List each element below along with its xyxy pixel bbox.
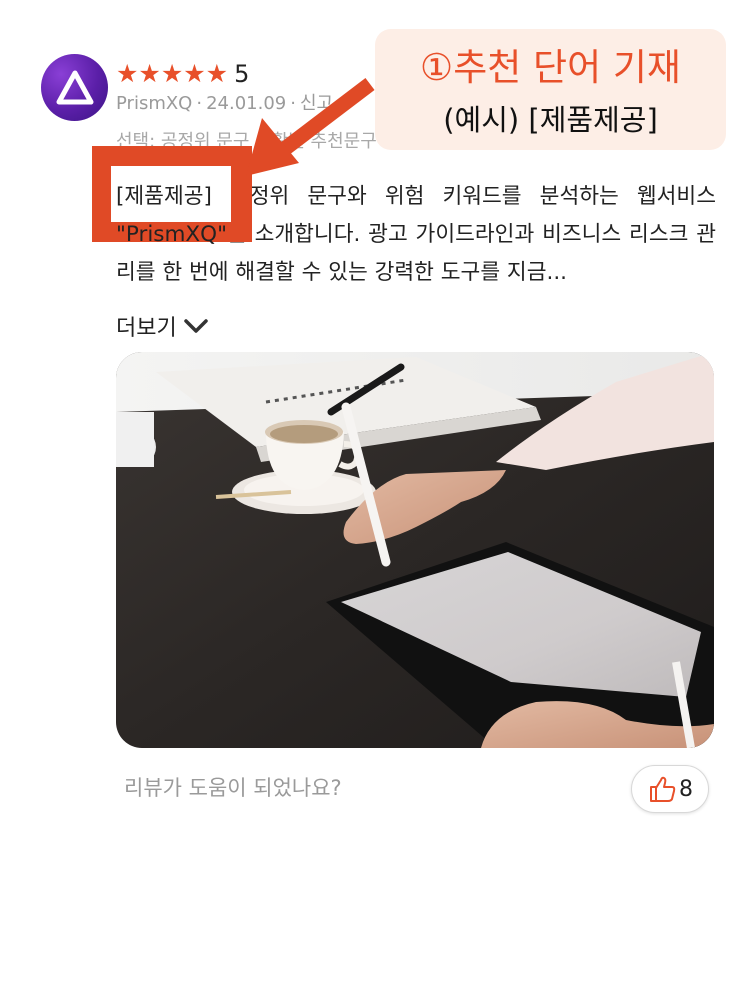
helpful-question: 리뷰가 도움이 되었나요?	[124, 776, 342, 800]
review-date: 24.01.09	[206, 93, 287, 114]
review-meta: PrismXQ · 24.01.09 · 신고	[116, 93, 334, 114]
thumbs-up-icon	[650, 776, 676, 802]
rating-stars: ★★★★★	[116, 59, 229, 88]
chevron-down-icon	[183, 319, 208, 333]
annotation-callout: ①추천 단어 기재 (예시) [제품제공]	[375, 29, 726, 150]
callout-title: ①추천 단어 기재	[420, 46, 681, 89]
review-photo[interactable]	[116, 352, 714, 748]
like-button[interactable]: 8	[631, 765, 709, 813]
more-button[interactable]: 더보기	[116, 310, 209, 342]
report-link[interactable]: 신고	[300, 93, 333, 114]
desk-tablet-photo	[116, 352, 714, 748]
more-label: 더보기	[116, 316, 177, 341]
callout-subtitle: (예시) [제품제공]	[443, 103, 658, 137]
avatar[interactable]	[41, 54, 108, 121]
prism-triangle-icon	[56, 70, 93, 104]
like-count: 8	[679, 776, 693, 802]
rating-value: 5	[234, 60, 250, 88]
rating-row: ★★★★★ 5	[116, 58, 249, 90]
review-card: ★★★★★ 5 PrismXQ · 24.01.09 · 신고 선택: 공정위 문구 상…	[0, 0, 750, 1000]
highlight-label: [제품제공]	[116, 184, 212, 209]
highlight-spill-text: "PrismXQ"	[116, 222, 227, 247]
author-name[interactable]: PrismXQ	[116, 93, 192, 114]
